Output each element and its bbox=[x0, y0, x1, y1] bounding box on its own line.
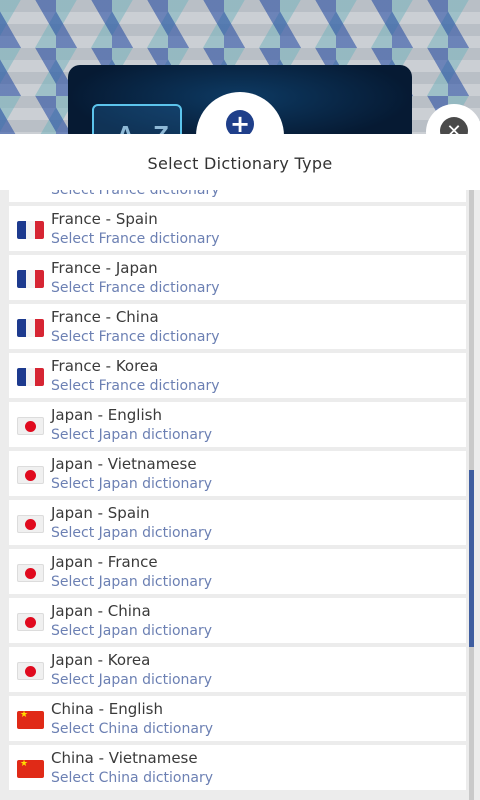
flag-sun-dot bbox=[25, 470, 36, 481]
japan-flag-icon bbox=[17, 662, 44, 680]
list-item-title: Japan - Vietnamese bbox=[51, 455, 197, 473]
list-item[interactable]: Japan - English Select Japan dictionary bbox=[9, 402, 466, 447]
list-item-subtitle: Select Japan dictionary bbox=[51, 574, 213, 590]
list-item-title: Japan - Korea bbox=[51, 651, 151, 669]
flag-sun-dot bbox=[25, 568, 36, 579]
france-flag-icon bbox=[17, 368, 44, 386]
list-item[interactable]: Japan - France Select Japan dictionary bbox=[9, 549, 466, 594]
list-item[interactable]: Japan - Vietnamese Select Japan dictionar… bbox=[9, 451, 466, 496]
france-flag-icon bbox=[17, 319, 44, 337]
flag-star-icon: ★ bbox=[20, 711, 29, 720]
flag-sun-dot bbox=[25, 519, 36, 530]
list-item[interactable]: Japan - Korea Select Japan dictionary bbox=[9, 647, 466, 692]
list-item-title: France - China bbox=[51, 308, 159, 326]
dictionary-list-content: Select France dictionary France - Spain Se… bbox=[0, 190, 480, 794]
list-item-subtitle: Select France dictionary bbox=[51, 378, 220, 394]
china-flag-icon: ★ bbox=[17, 711, 44, 729]
japan-flag-icon bbox=[17, 466, 44, 484]
list-item-title: Japan - Spain bbox=[51, 504, 150, 522]
list-item[interactable]: France - Korea Select France dictionary bbox=[9, 353, 466, 398]
list-item-subtitle: Select Japan dictionary bbox=[51, 476, 213, 492]
list-item-subtitle: Select Japan dictionary bbox=[51, 672, 213, 688]
japan-flag-icon bbox=[17, 564, 44, 582]
japan-flag-icon bbox=[17, 417, 44, 435]
france-flag-icon bbox=[17, 221, 44, 239]
flag-sun-dot bbox=[25, 617, 36, 628]
dictionary-list[interactable]: Select France dictionary France - Spain Se… bbox=[0, 190, 480, 800]
list-item-title: China - Vietnamese bbox=[51, 749, 198, 767]
list-item[interactable]: Select France dictionary bbox=[9, 190, 466, 202]
list-item-subtitle: Select Japan dictionary bbox=[51, 525, 213, 541]
list-item[interactable]: France - Spain Select France dictionary bbox=[9, 206, 466, 251]
list-item-title: France - Spain bbox=[51, 210, 158, 228]
france-flag-icon bbox=[17, 270, 44, 288]
flag-sun-dot bbox=[25, 421, 36, 432]
list-item-subtitle: Select France dictionary bbox=[51, 329, 220, 345]
list-item-title: China - English bbox=[51, 700, 163, 718]
list-item-subtitle: Select China dictionary bbox=[51, 770, 213, 786]
list-item-subtitle: Select France dictionary bbox=[51, 280, 220, 296]
list-item-title: France - Korea bbox=[51, 357, 159, 375]
list-item-title: Japan - English bbox=[51, 406, 162, 424]
list-item-title: Japan - France bbox=[51, 553, 158, 571]
list-item[interactable]: Japan - Spain Select Japan dictionary bbox=[9, 500, 466, 545]
list-item[interactable]: ★ China - Vietnamese Select China dictiona… bbox=[9, 745, 466, 790]
list-item[interactable]: France - Japan Select France dictionary bbox=[9, 255, 466, 300]
japan-flag-icon bbox=[17, 613, 44, 631]
list-item-subtitle: Select Japan dictionary bbox=[51, 623, 213, 639]
list-item-subtitle: Select France dictionary bbox=[51, 231, 220, 247]
list-item[interactable]: ★ China - English Select China dictionary bbox=[9, 696, 466, 741]
flag-star-icon: ★ bbox=[20, 760, 29, 769]
flag-sun-dot bbox=[25, 666, 36, 677]
list-item[interactable]: Japan - China Select Japan dictionary bbox=[9, 598, 466, 643]
list-item[interactable]: France - China Select France dictionary bbox=[9, 304, 466, 349]
list-item-subtitle: Select China dictionary bbox=[51, 721, 213, 737]
page-title: Select Dictionary Type bbox=[147, 154, 333, 173]
scrollbar-thumb[interactable] bbox=[469, 470, 474, 647]
china-flag-icon: ★ bbox=[17, 760, 44, 778]
list-item-subtitle: Select Japan dictionary bbox=[51, 427, 213, 443]
list-item-title: Japan - China bbox=[51, 602, 151, 620]
list-item-subtitle: Select France dictionary bbox=[51, 190, 220, 198]
list-item-title: France - Japan bbox=[51, 259, 158, 277]
japan-flag-icon bbox=[17, 515, 44, 533]
